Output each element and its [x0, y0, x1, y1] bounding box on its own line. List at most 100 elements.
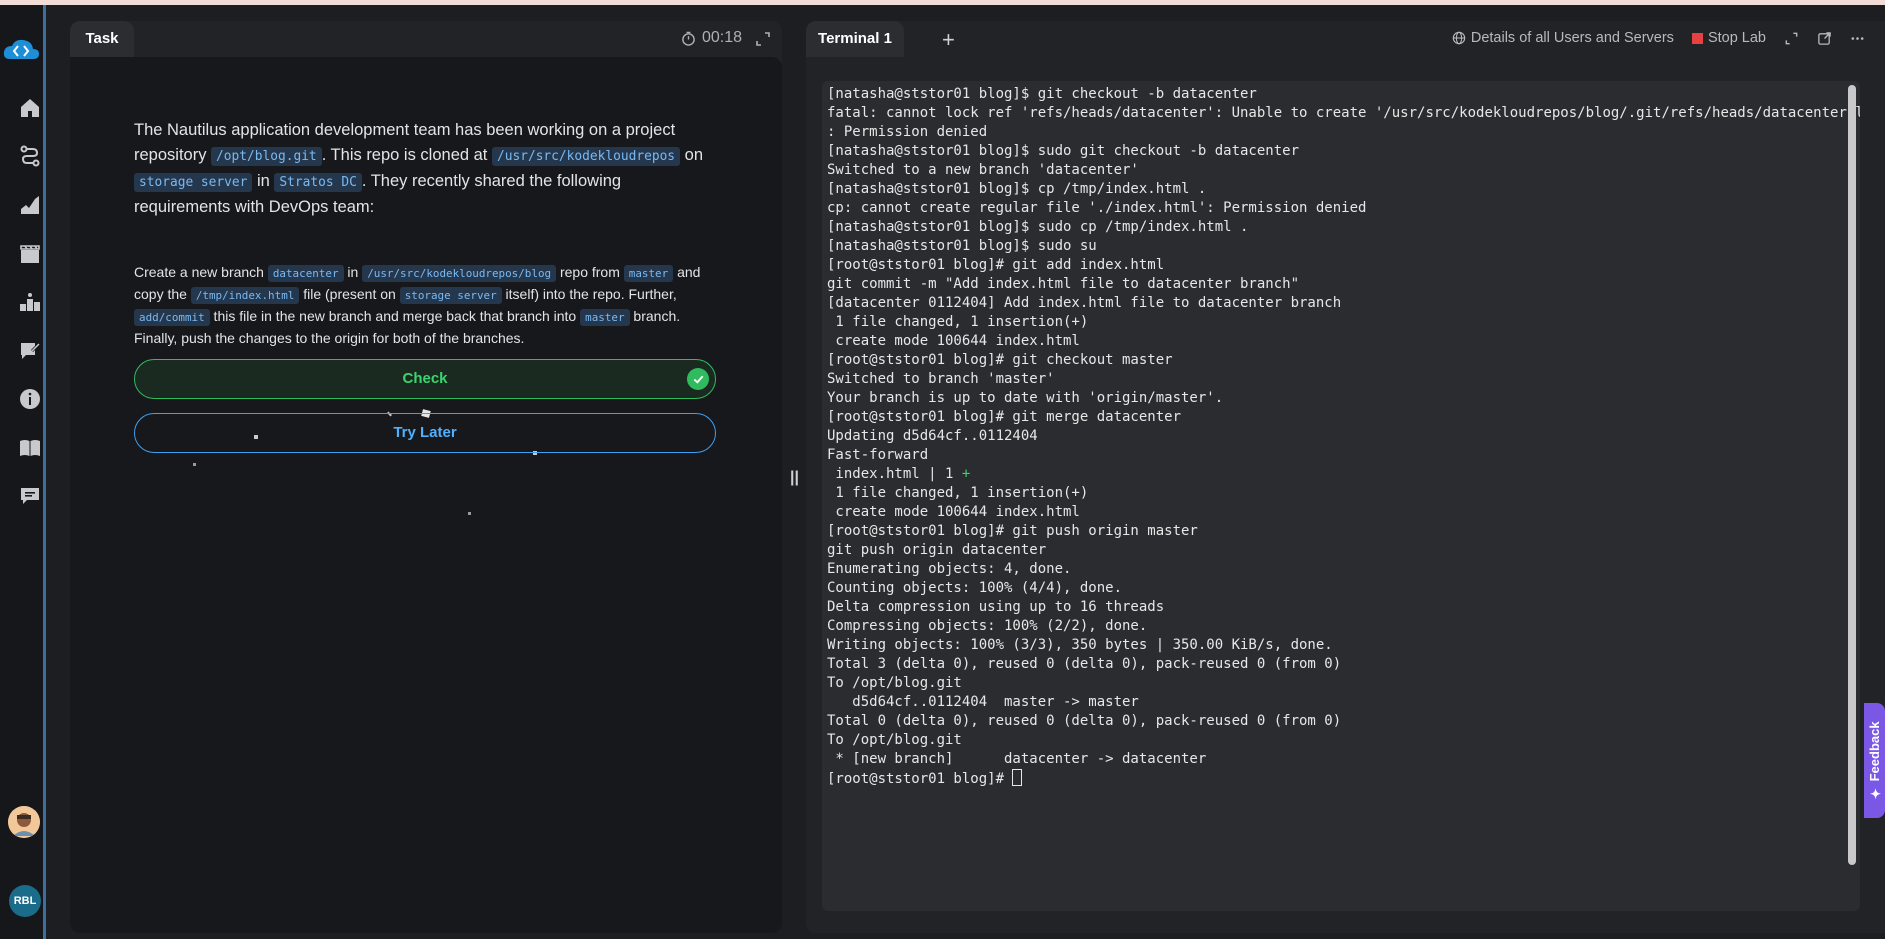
code-snippet: /usr/src/kodekloudrepos/blog: [362, 265, 557, 282]
try-later-button[interactable]: Try Later: [134, 413, 716, 453]
terminal-line: : Permission denied: [827, 123, 1860, 142]
terminal-line-text: 1 file changed, 1 insertion(+): [827, 314, 1089, 330]
path-icon[interactable]: [16, 142, 44, 170]
code-snippet: /usr/src/kodekloudrepos: [491, 147, 681, 166]
terminal-line-text: create mode 100644 index.html: [827, 333, 1080, 349]
user-initials-badge[interactable]: RBL: [9, 885, 41, 917]
terminal-line: create mode 100644 index.html: [827, 503, 1860, 522]
feedback-tab[interactable]: ✦ Feedback: [1864, 703, 1885, 818]
text: this file in the new branch and merge ba…: [209, 308, 581, 324]
globe-icon: [1452, 31, 1466, 45]
fullscreen-icon[interactable]: [1784, 31, 1799, 46]
more-options-icon[interactable]: [1850, 31, 1865, 46]
stop-lab-label: Stop Lab: [1707, 30, 1766, 46]
terminal-line: cp: cannot create regular file './index.…: [827, 199, 1860, 218]
terminal-line: index.html | 1 +: [827, 465, 1860, 484]
confetti-piece: [193, 463, 196, 466]
text: on: [680, 146, 703, 164]
stop-icon: [1691, 32, 1703, 44]
terminal-line-text: Delta compression using up to 16 threads: [827, 599, 1165, 615]
timer-value: 00:18: [701, 29, 742, 46]
terminal-line-text: [root@ststor01 blog]#: [827, 771, 1013, 787]
check-button-label: Check: [402, 370, 448, 387]
terminal-line: fatal: cannot lock ref 'refs/heads/datac…: [827, 104, 1860, 123]
top-accent-line: [0, 0, 1885, 5]
terminal-line-text: [natasha@ststor01 blog]$ sudo git checko…: [827, 143, 1300, 159]
code-snippet: master: [623, 265, 674, 282]
text: . This repo is cloned at: [321, 146, 492, 164]
terminal-line: [root@ststor01 blog]# git merge datacent…: [827, 408, 1860, 427]
kodekloud-logo-icon[interactable]: [2, 37, 40, 63]
terminal-line-text: Updating d5d64cf..0112404: [827, 428, 1038, 444]
terminal-line: git commit -m "Add index.html file to da…: [827, 275, 1860, 294]
terminal-line: Compressing objects: 100% (2/2), done.: [827, 617, 1860, 636]
terminal-line-text: To /opt/blog.git: [827, 732, 962, 748]
code-snippet: /tmp/index.html: [190, 287, 300, 304]
terminal-line: 1 file changed, 1 insertion(+): [827, 484, 1860, 503]
code-snippet: /opt/blog.git: [211, 147, 322, 166]
terminal-line: Switched to branch 'master': [827, 370, 1860, 389]
sidebar: RBL: [0, 5, 46, 939]
code-snippet: Stratos DC: [274, 173, 362, 192]
tab-terminal-1[interactable]: Terminal 1: [806, 21, 904, 57]
task-content: The Nautilus application development tea…: [70, 57, 782, 933]
confetti-piece: [468, 512, 471, 515]
checkmark-icon: [687, 368, 709, 390]
terminal-line-text: create mode 100644 index.html: [827, 504, 1080, 520]
check-button[interactable]: Check: [134, 359, 716, 399]
info-icon[interactable]: [16, 385, 44, 413]
terminal-output[interactable]: [natasha@ststor01 blog]$ git checkout -b…: [822, 81, 1860, 911]
chat-icon[interactable]: [16, 482, 44, 510]
home-icon[interactable]: [16, 94, 44, 122]
terminal-line: [natasha@ststor01 blog]$ sudo cp /tmp/in…: [827, 218, 1860, 237]
terminal-line-text: Writing objects: 100% (3/3), 350 bytes |…: [827, 637, 1333, 653]
terminal-line: Enumerating objects: 4, done.: [827, 560, 1860, 579]
video-icon[interactable]: [16, 240, 44, 268]
expand-icon[interactable]: [754, 30, 772, 48]
diffstat-plus: +: [961, 466, 971, 482]
panel-resize-handle[interactable]: ||: [790, 469, 799, 487]
terminal-line-text: Enumerating objects: 4, done.: [827, 561, 1072, 577]
code-snippet: add/commit: [134, 309, 210, 326]
terminal-line-text: [natasha@ststor01 blog]$ sudo cp /tmp/in…: [827, 219, 1249, 235]
terminal-line-text: cp: cannot create regular file './index.…: [827, 200, 1367, 216]
text: file (present on: [299, 286, 400, 302]
user-avatar[interactable]: [8, 806, 40, 838]
stop-lab-button[interactable]: Stop Lab: [1691, 30, 1766, 46]
code-snippet: master: [580, 309, 630, 326]
terminal-line-text: Counting objects: 100% (4/4), done.: [827, 580, 1123, 596]
terminal-line: [natasha@ststor01 blog]$ sudo su: [827, 237, 1860, 256]
skill-icon[interactable]: [16, 191, 44, 219]
terminal-line-text: [natasha@ststor01 blog]$ git checkout -b…: [827, 86, 1257, 102]
blog-icon[interactable]: [16, 337, 44, 365]
terminal-line-text: [root@ststor01 blog]# git add index.html: [827, 257, 1165, 273]
leaderboard-icon[interactable]: [16, 288, 44, 316]
terminal-line-text: [root@ststor01 blog]# git merge datacent…: [827, 409, 1182, 425]
terminal-line: Switched to a new branch 'datacenter': [827, 161, 1860, 180]
terminal-line: [root@ststor01 blog]#: [827, 769, 1860, 789]
terminal-line: [datacenter 0112404] Add index.html file…: [827, 294, 1860, 313]
terminal-line: Fast-forward: [827, 446, 1860, 465]
terminal-line-text: Your branch is up to date with 'origin/m…: [827, 390, 1224, 406]
task-description-intro: The Nautilus application development tea…: [134, 118, 714, 220]
book-icon[interactable]: [16, 434, 44, 462]
terminal-line-text: [natasha@ststor01 blog]$ cp /tmp/index.h…: [827, 181, 1207, 197]
terminal-line-text: Total 0 (delta 0), reused 0 (delta 0), p…: [827, 713, 1342, 729]
terminal-line: Writing objects: 100% (3/3), 350 bytes |…: [827, 636, 1860, 655]
terminal-panel: Terminal 1 + Details of all Users and Se…: [806, 21, 1885, 933]
terminal-scrollbar[interactable]: [1848, 85, 1856, 865]
terminal-line: Total 3 (delta 0), reused 0 (delta 0), p…: [827, 655, 1860, 674]
terminal-line: d5d64cf..0112404 master -> master: [827, 693, 1860, 712]
terminal-line: [root@ststor01 blog]# git add index.html: [827, 256, 1860, 275]
terminal-line: Your branch is up to date with 'origin/m…: [827, 389, 1860, 408]
add-tab-button[interactable]: +: [942, 27, 955, 53]
terminal-line-text: [root@ststor01 blog]# git checkout maste…: [827, 352, 1173, 368]
terminal-line: [natasha@ststor01 blog]$ git checkout -b…: [827, 85, 1860, 104]
terminal-line: Delta compression using up to 16 threads: [827, 598, 1860, 617]
tab-task[interactable]: Task: [70, 21, 134, 57]
task-panel: Task 00:18 The Nautilus application deve…: [70, 21, 782, 933]
open-external-icon[interactable]: [1817, 31, 1832, 46]
terminal-line-text: fatal: cannot lock ref 'refs/heads/datac…: [827, 105, 1860, 121]
details-users-servers-button[interactable]: Details of all Users and Servers: [1452, 30, 1674, 46]
task-description-requirements: Create a new branch datacenter in /usr/s…: [134, 262, 714, 349]
